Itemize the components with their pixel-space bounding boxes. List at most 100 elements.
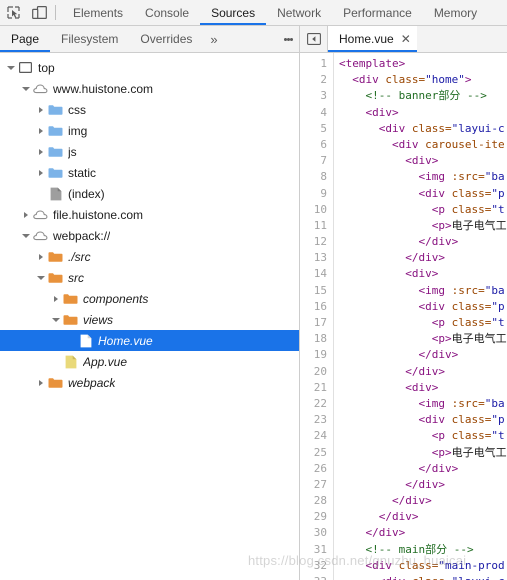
chevron-right-icon[interactable] <box>34 379 47 386</box>
code-line[interactable]: <div class="p <box>339 299 507 315</box>
chevron-down-icon[interactable] <box>19 86 32 91</box>
code-line[interactable]: <p>电子电气工 <box>339 445 507 461</box>
code-token-tag: </div> <box>418 348 459 362</box>
code-line[interactable]: <div class="p <box>339 412 507 428</box>
tree-item-components[interactable]: components <box>0 288 299 309</box>
code-token-attr: class= <box>398 558 439 572</box>
code-line[interactable]: <p class="t <box>339 428 507 444</box>
navigator-more-tabs-icon[interactable]: » <box>203 26 224 52</box>
code-line[interactable]: </div> <box>339 477 507 493</box>
close-icon[interactable]: ✕ <box>401 33 411 45</box>
tree-item-label: top <box>38 60 55 75</box>
tree-item-app-vue[interactable]: App.vue <box>0 351 299 372</box>
code-line[interactable]: <div> <box>339 105 507 121</box>
line-number: 5 <box>320 121 327 135</box>
tree-item-file-huistone-com[interactable]: file.huistone.com <box>0 204 299 225</box>
code-line[interactable]: <img :src="ba <box>339 396 507 412</box>
toolbar-divider <box>55 5 56 20</box>
code-line[interactable]: <div carousel-ite <box>339 137 507 153</box>
chevron-right-icon[interactable] <box>19 211 32 218</box>
tab-memory[interactable]: Memory <box>423 0 488 25</box>
code-line[interactable]: </div> <box>339 509 507 525</box>
code-token-attr: :src= <box>451 283 485 297</box>
code-line[interactable]: </div> <box>339 461 507 477</box>
code-line[interactable]: <img :src="ba <box>339 283 507 299</box>
tree-item-js[interactable]: js <box>0 141 299 162</box>
code-line[interactable]: <p class="t <box>339 202 507 218</box>
show-navigator-icon[interactable] <box>300 26 328 52</box>
chevron-right-icon[interactable] <box>49 295 62 302</box>
chevron-down-icon[interactable] <box>49 317 62 322</box>
code-line[interactable]: <div class="layui-c <box>339 121 507 137</box>
code-line[interactable]: </div> <box>339 525 507 541</box>
chevron-down-icon[interactable] <box>34 275 47 280</box>
tab-elements[interactable]: Elements <box>62 0 134 25</box>
chevron-right-icon[interactable] <box>34 148 47 155</box>
tab-sources[interactable]: Sources <box>200 0 267 25</box>
code-line[interactable]: <div> <box>339 266 507 282</box>
tree-item-webpack[interactable]: webpack:// <box>0 225 299 246</box>
code-line[interactable]: </div> <box>339 250 507 266</box>
chevron-right-icon[interactable] <box>34 253 47 260</box>
kebab-menu-icon[interactable] <box>277 26 299 52</box>
code-line[interactable]: <!-- banner部分 --> <box>339 88 507 104</box>
code-line[interactable]: <p>电子电气工 <box>339 218 507 234</box>
code-line[interactable]: <template> <box>339 56 507 72</box>
line-number: 28 <box>313 494 327 508</box>
folder-icon <box>47 167 64 179</box>
chevron-right-icon[interactable] <box>34 169 47 176</box>
tab-performance[interactable]: Performance <box>332 0 423 25</box>
tree-item-views[interactable]: views <box>0 309 299 330</box>
tree-item-src[interactable]: src <box>0 267 299 288</box>
inspect-element-icon[interactable] <box>0 0 26 25</box>
navigator-tab-overrides[interactable]: Overrides <box>129 26 203 52</box>
device-toolbar-icon[interactable] <box>26 0 52 25</box>
tree-item-static[interactable]: static <box>0 162 299 183</box>
tree-item-webpack[interactable]: webpack <box>0 372 299 393</box>
tab-network[interactable]: Network <box>266 0 332 25</box>
tree-item-home-vue[interactable]: Home.vue <box>0 330 299 351</box>
chevron-right-icon[interactable] <box>34 106 47 113</box>
code-line[interactable]: <div class="home"> <box>339 72 507 88</box>
code-line[interactable]: <div> <box>339 153 507 169</box>
code-line[interactable]: </div> <box>339 234 507 250</box>
code-line[interactable]: <p class="t <box>339 315 507 331</box>
code-line[interactable]: <p>电子电气工 <box>339 331 507 347</box>
navigator-pane: Page Filesystem Overrides » top www.huist… <box>0 26 300 580</box>
line-number: 31 <box>313 542 327 556</box>
editor-tab-home-vue[interactable]: Home.vue ✕ <box>328 26 417 52</box>
code-line[interactable]: <!-- main部分 --> <box>339 542 507 558</box>
navigator-tab-page[interactable]: Page <box>0 26 51 52</box>
code-line[interactable]: <div class="main-prod <box>339 558 507 574</box>
chevron-right-icon[interactable] <box>34 127 47 134</box>
tab-console[interactable]: Console <box>134 0 200 25</box>
tree-item-css[interactable]: css <box>0 99 299 120</box>
chevron-down-icon[interactable] <box>4 65 17 70</box>
chevron-down-icon[interactable] <box>19 233 32 238</box>
code-line[interactable]: </div> <box>339 364 507 380</box>
code-line[interactable]: <img :src="ba <box>339 169 507 185</box>
tab-sources-label: Sources <box>211 5 256 20</box>
navigator-tab-filesystem[interactable]: Filesystem <box>50 26 129 52</box>
code-editor[interactable]: 1 2 3 4 5 6 7 8 9 10 11 12 13 14 15 16 17 18 19 20 21 22 23 24 2… <box>300 53 507 580</box>
code-line[interactable]: </div> <box>339 493 507 509</box>
tree-item-index[interactable]: (index) <box>0 183 299 204</box>
tree-item-www-huistone-com[interactable]: www.huistone.com <box>0 78 299 99</box>
code-token-str: "layui-c <box>452 575 505 580</box>
code-line[interactable]: </div> <box>339 347 507 363</box>
code-line[interactable]: <div class="p <box>339 186 507 202</box>
file-tree[interactable]: top www.huistone.com css img js static (index)… <box>0 53 299 580</box>
code-line[interactable]: <div> <box>339 380 507 396</box>
code-line[interactable]: <div class="layui-c <box>339 574 507 580</box>
tree-item-top[interactable]: top <box>0 57 299 78</box>
devtools-panel-tabs: Elements Console Sources Network Perform… <box>62 0 488 25</box>
code-content[interactable]: <template> <div class="home"> <!-- banne… <box>334 53 507 580</box>
code-token-tag: <div> <box>365 105 399 119</box>
tree-item-src[interactable]: ./src <box>0 246 299 267</box>
tree-item-img[interactable]: img <box>0 120 299 141</box>
code-token-attr: class= <box>412 575 452 580</box>
